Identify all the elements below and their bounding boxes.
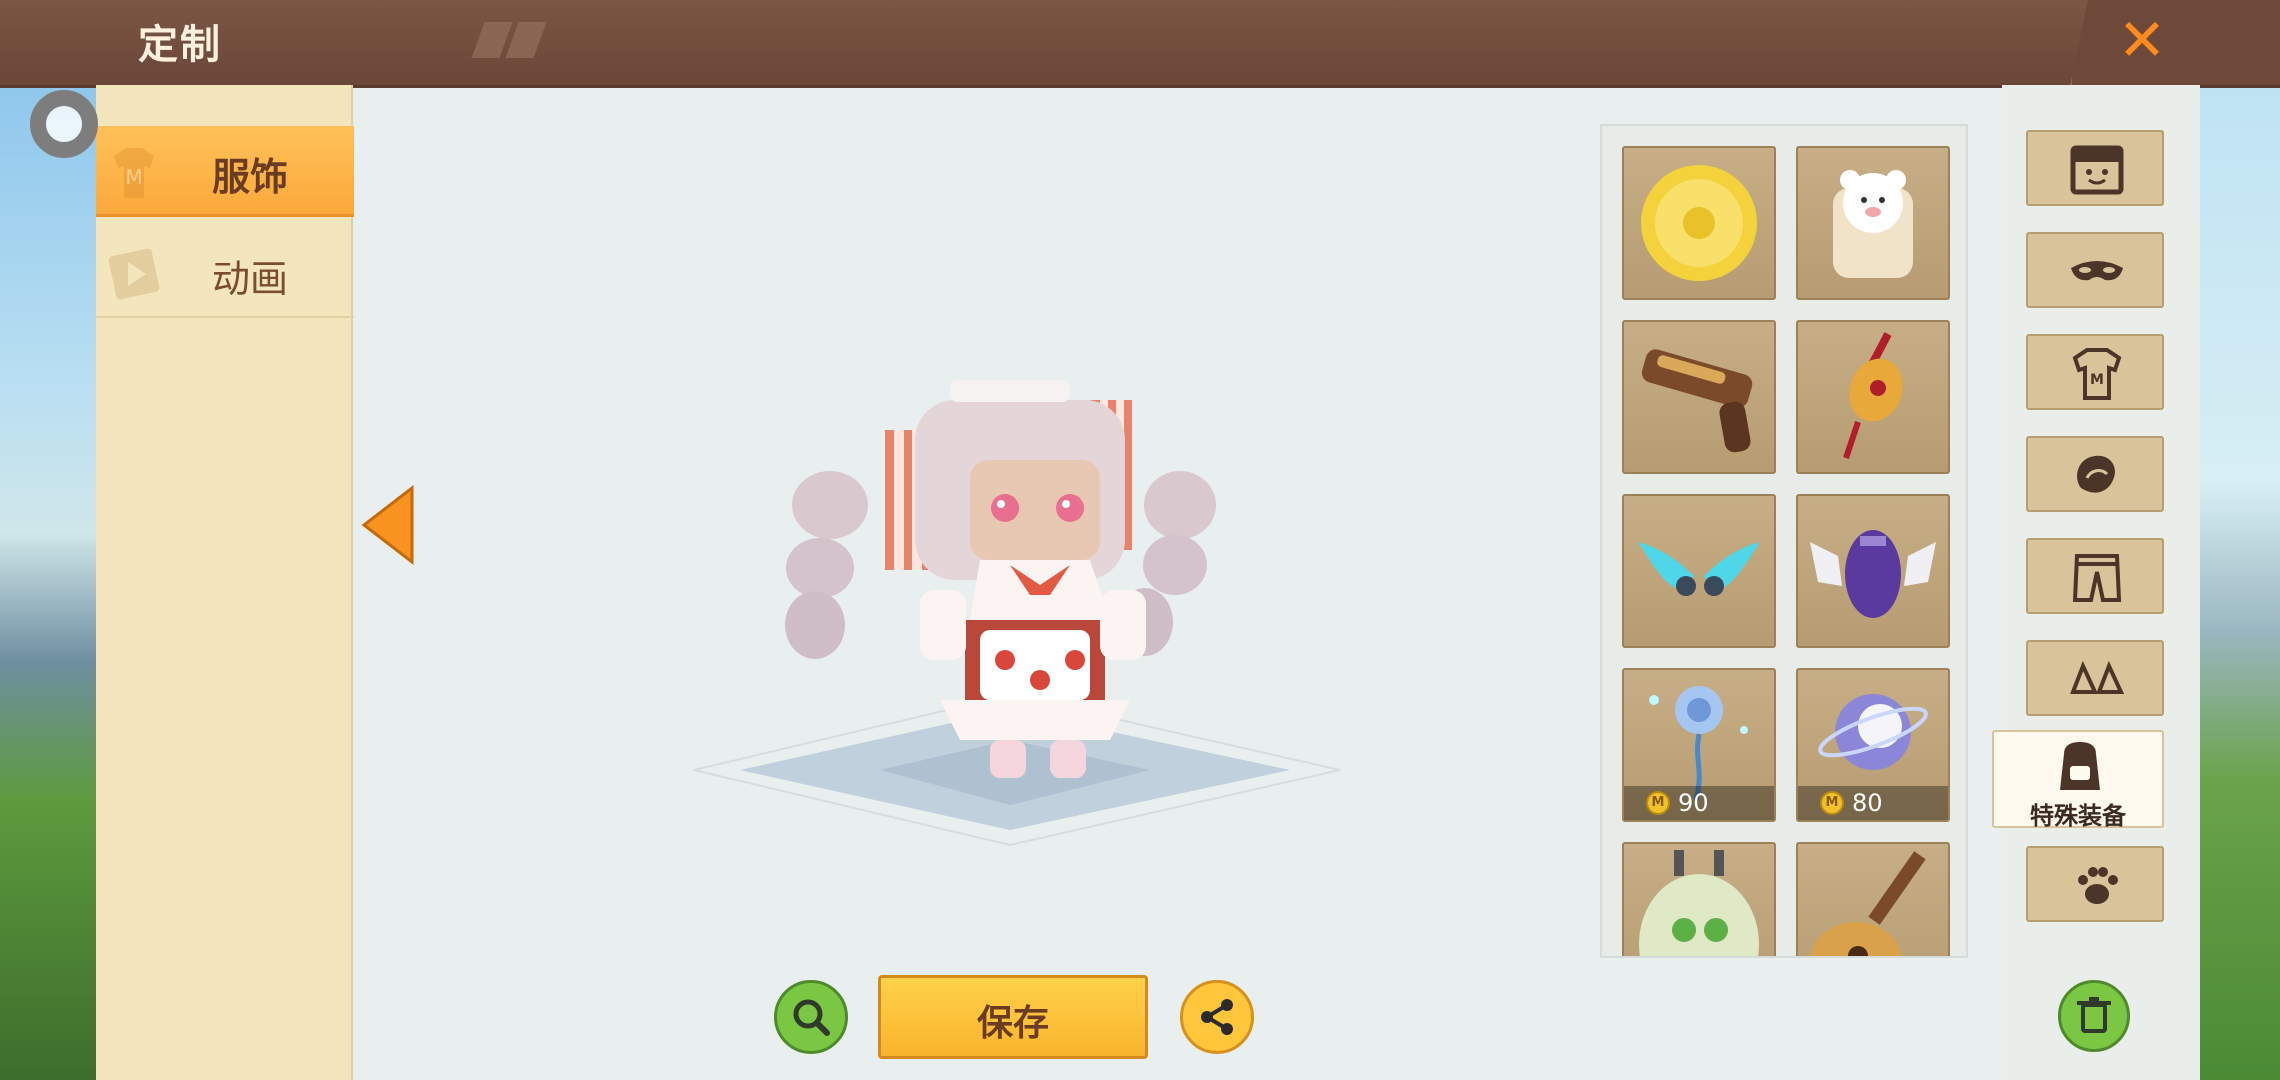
item-cyan-wings[interactable] bbox=[1622, 494, 1776, 648]
price-bar: M 90 bbox=[1624, 786, 1774, 820]
shirt-icon: M bbox=[2072, 348, 2122, 400]
background-world-right bbox=[2200, 85, 2280, 1080]
backpack-icon bbox=[2060, 742, 2100, 790]
category-special-equipment[interactable]: 特殊装备 bbox=[1992, 730, 2164, 830]
charm-icon bbox=[1843, 332, 1903, 459]
category-shoes[interactable] bbox=[2026, 640, 2164, 716]
svg-text:M: M bbox=[125, 165, 142, 189]
item-price: 90 bbox=[1678, 789, 1709, 817]
zoom-button[interactable] bbox=[774, 980, 848, 1054]
tab-clothing[interactable]: M 服饰 bbox=[96, 126, 354, 217]
tab-animation[interactable]: 动画 bbox=[96, 228, 354, 318]
trash-button[interactable] bbox=[2058, 980, 2130, 1052]
paw-icon bbox=[2078, 867, 2118, 904]
shirt-icon: M bbox=[114, 148, 154, 198]
background-world-left bbox=[0, 85, 96, 1080]
item-mooncake[interactable] bbox=[1622, 146, 1776, 300]
gloves-icon bbox=[2077, 455, 2115, 493]
shoes-icon bbox=[2070, 660, 2125, 694]
share-button[interactable] bbox=[1180, 980, 1254, 1054]
mask-icon bbox=[2071, 261, 2123, 281]
category-face[interactable] bbox=[2026, 130, 2164, 206]
frog-icon bbox=[1639, 850, 1759, 956]
item-blue-rose[interactable]: M 90 bbox=[1622, 668, 1776, 822]
coin-icon: M bbox=[1820, 791, 1844, 815]
gun-icon bbox=[1641, 349, 1753, 453]
coin-icon: M bbox=[1646, 791, 1670, 815]
top-bar: 定制 ✕ bbox=[0, 0, 2280, 88]
item-steampunk-gun[interactable] bbox=[1622, 320, 1776, 474]
guitar-icon bbox=[1810, 851, 1926, 956]
record-indicator-icon[interactable] bbox=[30, 90, 98, 158]
animation-icon bbox=[108, 248, 160, 300]
item-frog-backpack[interactable] bbox=[1622, 842, 1776, 956]
save-label: 保存 bbox=[976, 1003, 1049, 1044]
svg-text:M: M bbox=[2090, 372, 2104, 388]
item-pipa-charm[interactable] bbox=[1796, 320, 1950, 474]
category-pet[interactable] bbox=[2026, 846, 2164, 922]
wings-icon bbox=[1638, 542, 1760, 596]
character-preview[interactable] bbox=[680, 360, 1360, 860]
category-label: 特殊装备 bbox=[2030, 802, 2126, 830]
jetpack-icon bbox=[1810, 530, 1936, 618]
arrow-left-icon[interactable] bbox=[360, 484, 416, 566]
share-icon bbox=[1201, 999, 1233, 1035]
item-grid[interactable]: M 90 M 80 bbox=[1600, 124, 1968, 958]
price-bar: M 80 bbox=[1798, 786, 1948, 820]
tab-label: 服饰 bbox=[212, 155, 289, 199]
category-shirt[interactable]: M bbox=[2026, 334, 2164, 410]
tab-label: 动画 bbox=[212, 257, 289, 301]
mooncake-icon bbox=[1641, 165, 1757, 281]
item-moon-orb[interactable]: M 80 bbox=[1796, 668, 1950, 822]
item-guitar[interactable] bbox=[1796, 842, 1950, 956]
magnifier-icon bbox=[793, 999, 830, 1036]
close-icon[interactable]: ✕ bbox=[2114, 11, 2170, 69]
category-gloves[interactable] bbox=[2026, 436, 2164, 512]
close-area bbox=[2070, 0, 2280, 85]
category-mask[interactable] bbox=[2026, 232, 2164, 308]
item-purple-jetpack[interactable] bbox=[1796, 494, 1950, 648]
category-pants[interactable] bbox=[2026, 538, 2164, 614]
pants-icon bbox=[2072, 554, 2122, 602]
face-icon bbox=[2070, 145, 2124, 195]
item-bear-backpack[interactable] bbox=[1796, 146, 1950, 300]
bear-icon bbox=[1833, 170, 1913, 278]
page-title: 定制 bbox=[138, 22, 222, 68]
item-price: 80 bbox=[1852, 789, 1883, 817]
save-button[interactable]: 保存 bbox=[878, 975, 1148, 1059]
header-decoration bbox=[505, 22, 547, 58]
trash-icon bbox=[2077, 997, 2111, 1033]
